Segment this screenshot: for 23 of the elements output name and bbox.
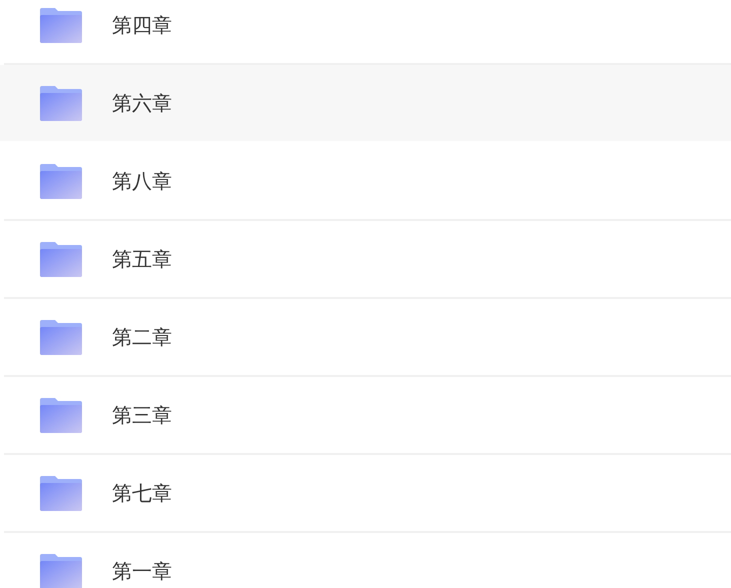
folder-row[interactable]: 第五章: [4, 221, 731, 299]
folder-name: 第七章: [112, 480, 172, 506]
folder-row[interactable]: 第六章: [0, 65, 731, 143]
folder-row[interactable]: 第八章: [4, 143, 731, 221]
folder-icon: [40, 398, 82, 432]
folder-row[interactable]: 第三章: [4, 377, 731, 455]
folder-row[interactable]: 第二章: [4, 299, 731, 377]
folder-name: 第三章: [112, 402, 172, 428]
folder-name: 第二章: [112, 324, 172, 350]
folder-icon: [40, 8, 82, 42]
folder-icon: [40, 320, 82, 354]
folder-row[interactable]: 第七章: [4, 455, 731, 533]
folder-icon: [40, 476, 82, 510]
folder-name: 第一章: [112, 558, 172, 584]
folder-row[interactable]: 第一章: [4, 533, 731, 588]
folder-icon: [40, 164, 82, 198]
folder-name: 第六章: [112, 90, 172, 116]
folder-icon: [40, 86, 82, 120]
folder-name: 第五章: [112, 246, 172, 272]
folder-name: 第八章: [112, 168, 172, 194]
folder-icon: [40, 242, 82, 276]
folder-name: 第四章: [112, 12, 172, 38]
folder-icon: [40, 554, 82, 588]
